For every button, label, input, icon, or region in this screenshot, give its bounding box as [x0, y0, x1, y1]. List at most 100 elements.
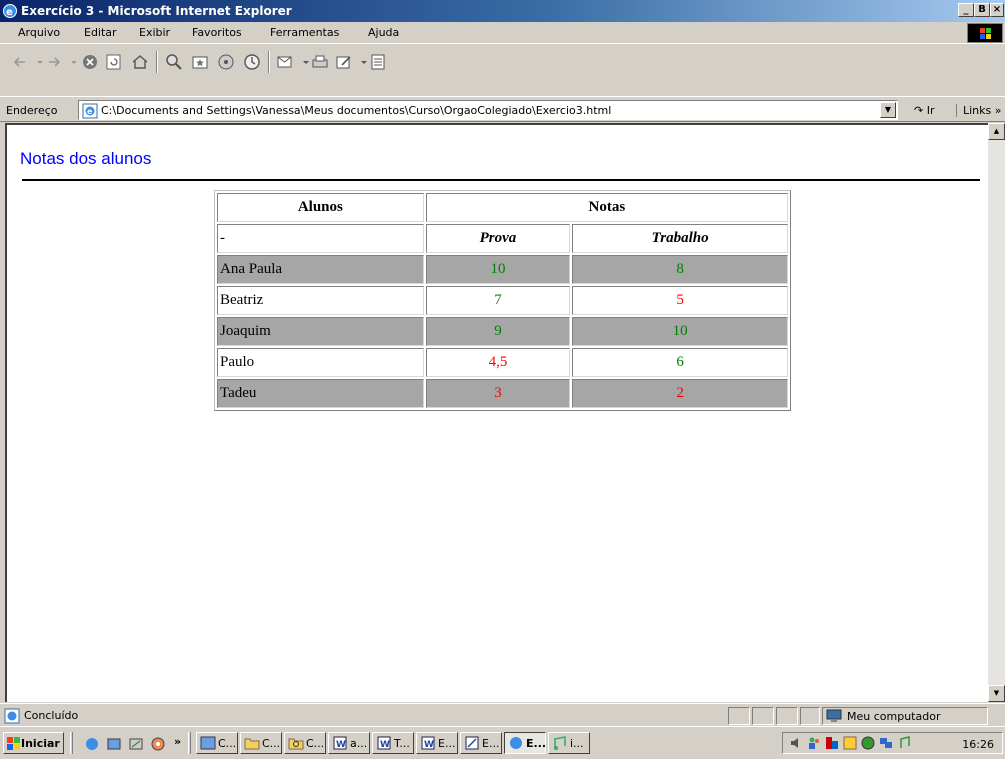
taskbar-task[interactable]: W T... [372, 732, 414, 754]
svg-text:W: W [336, 740, 346, 750]
task-label: C... [218, 737, 237, 750]
restore-button[interactable]: B [974, 3, 990, 17]
menu-favoritos[interactable]: Favoritos [192, 26, 242, 39]
taskbar-task[interactable]: E... [460, 732, 502, 754]
grade-prova: 7 [425, 286, 571, 315]
forward-icon[interactable] [44, 52, 64, 72]
table-header-row: Alunos Notas [217, 193, 788, 222]
update-icon[interactable] [843, 736, 857, 750]
favorites-icon[interactable] [190, 52, 210, 72]
table-row: Joaquim 9 10 [217, 317, 788, 346]
student-name: Joaquim [217, 317, 424, 346]
start-button[interactable]: Iniciar [3, 732, 64, 754]
student-name: Tadeu [217, 379, 424, 408]
page-icon: e [82, 103, 98, 119]
outlook-quicklaunch-icon[interactable] [106, 736, 122, 752]
app-tray-icon[interactable] [825, 736, 839, 750]
links-button[interactable]: Links » [956, 104, 1001, 117]
grade-prova: 10 [425, 255, 571, 284]
taskbar-task[interactable]: C... [284, 732, 326, 754]
history-icon[interactable] [242, 52, 262, 72]
scroll-up-button[interactable]: ▲ [988, 123, 1005, 140]
grade-trabalho: 2 [572, 379, 788, 408]
network-icon[interactable] [861, 736, 875, 750]
taskbar-task-active[interactable]: E... [504, 732, 546, 754]
system-tray: 16:26 [782, 732, 1003, 754]
internet-explorer-icon [510, 737, 522, 749]
menu-exibir[interactable]: Exibir [139, 26, 170, 39]
volume-icon[interactable] [789, 736, 803, 750]
discuss-icon[interactable] [368, 52, 388, 72]
menu-arquivo[interactable]: Arquivo [18, 26, 60, 39]
taskbar-task[interactable]: W a... [328, 732, 370, 754]
grade-trabalho: 5 [572, 286, 788, 315]
task-label: C... [262, 737, 281, 750]
close-button[interactable]: × [990, 3, 1004, 17]
stop-icon[interactable] [80, 52, 100, 72]
svg-text:e: e [6, 7, 13, 18]
users-icon[interactable] [807, 736, 821, 750]
address-bar: Endereço e C:\Documents and Settings\Van… [0, 96, 1005, 122]
clock[interactable]: 16:26 [962, 738, 994, 751]
back-dropdown-icon[interactable] [30, 52, 43, 72]
grade-prova: 4,5 [425, 348, 571, 377]
status-cell [776, 707, 798, 725]
print-icon[interactable] [310, 52, 330, 72]
toolbar-separator [268, 51, 270, 73]
editor-icon [465, 736, 479, 750]
horizontal-rule [22, 179, 980, 181]
taskbar-task[interactable]: i... [548, 732, 590, 754]
taskbar-task[interactable]: C... [240, 732, 282, 754]
media-player-quicklaunch-icon[interactable] [150, 736, 166, 752]
app-icon [200, 736, 216, 750]
mail-dropdown-icon[interactable] [296, 52, 309, 72]
connection-icon[interactable] [879, 736, 893, 750]
status-cell [728, 707, 750, 725]
status-text: Concluído [24, 709, 79, 722]
standard-toolbar [0, 45, 1005, 97]
menu-ajuda[interactable]: Ajuda [368, 26, 399, 39]
forward-dropdown-icon[interactable] [64, 52, 77, 72]
address-input[interactable]: e C:\Documents and Settings\Vanessa\Meus… [78, 100, 898, 120]
address-dropdown-button[interactable]: ▼ [880, 102, 896, 118]
svg-text:W: W [424, 740, 434, 750]
ie-quicklaunch-icon[interactable] [84, 736, 100, 752]
svg-text:e: e [87, 107, 93, 116]
header-alunos: Alunos [217, 193, 424, 222]
start-label: Iniciar [21, 737, 60, 750]
minimize-button[interactable]: _ [958, 3, 974, 17]
quicklaunch-chevron[interactable]: » [174, 735, 181, 748]
taskbar-task[interactable]: W E... [416, 732, 458, 754]
word-document-icon: W [377, 736, 391, 750]
refresh-icon[interactable] [104, 52, 124, 72]
title-bar[interactable]: e Exercício 3 - Microsoft Internet Explo… [0, 0, 1005, 22]
security-zone[interactable]: Meu computador [822, 707, 988, 725]
media-icon [554, 736, 566, 750]
grade-trabalho: 8 [572, 255, 788, 284]
menu-ferramentas[interactable]: Ferramentas [270, 26, 339, 39]
go-button[interactable]: ↷ Ir [914, 104, 935, 117]
grade-trabalho: 6 [572, 348, 788, 377]
table-subheader-row: - Prova Trabalho [217, 224, 788, 253]
menu-bar: Arquivo Editar Exibir Favoritos Ferramen… [0, 22, 1005, 44]
home-icon[interactable] [130, 52, 150, 72]
search-icon[interactable] [164, 52, 184, 72]
status-cell [752, 707, 774, 725]
desktop-quicklaunch-icon[interactable] [128, 736, 144, 752]
status-cell [800, 707, 820, 725]
page-heading: Notas dos alunos [20, 149, 152, 168]
scroll-down-button[interactable]: ▼ [988, 685, 1005, 702]
menu-editar[interactable]: Editar [84, 26, 117, 39]
edit-dropdown-icon[interactable] [354, 52, 367, 72]
address-value[interactable]: C:\Documents and Settings\Vanessa\Meus d… [101, 104, 611, 117]
go-label: Ir [926, 104, 935, 117]
taskbar-task[interactable]: C... [196, 732, 238, 754]
vertical-scrollbar[interactable]: ▲ ▼ [988, 123, 1005, 702]
music-icon[interactable] [897, 736, 911, 750]
edit-icon[interactable] [334, 52, 354, 72]
search-folder-icon [288, 738, 304, 750]
media-icon[interactable] [216, 52, 236, 72]
grade-prova: 9 [425, 317, 571, 346]
mail-icon[interactable] [276, 52, 296, 72]
back-icon[interactable] [10, 52, 30, 72]
